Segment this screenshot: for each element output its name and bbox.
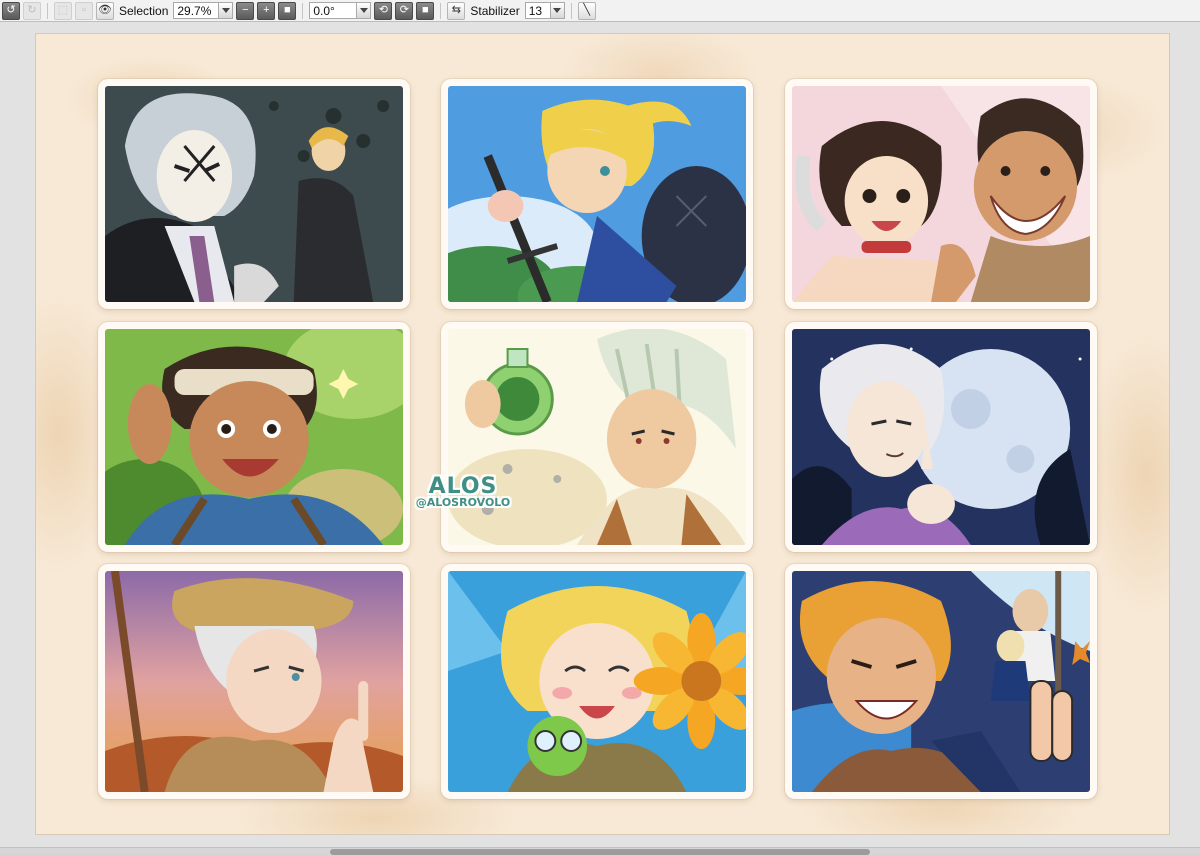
horizontal-scrollbar[interactable] (0, 847, 1200, 855)
character-illustration-4 (105, 329, 403, 545)
artwork-canvas[interactable]: ALOS @ALOSROVOLO (36, 34, 1169, 834)
deselect-icon[interactable]: ⬚ (54, 1, 72, 20)
toolbar-separator (570, 2, 572, 19)
stabilizer-input[interactable]: 13 (524, 2, 551, 19)
redo-icon[interactable]: ↻ (23, 1, 41, 20)
stabilizer-dropdown-icon[interactable] (550, 2, 565, 19)
art-panel-5 (441, 322, 753, 552)
art-panel-8 (441, 564, 753, 799)
zoom-out-icon[interactable]: − (236, 1, 255, 20)
watermark-handle: @ALOSROVOLO (415, 496, 511, 509)
character-illustration-1 (105, 86, 403, 302)
undo-history-icon[interactable]: ↺ (2, 1, 20, 20)
flip-horizontal-icon[interactable]: ⇆ (447, 1, 466, 20)
canvas-viewport[interactable]: ALOS @ALOSROVOLO (0, 22, 1200, 847)
line-tool-icon[interactable]: ╲ (577, 1, 596, 20)
scrollbar-thumb[interactable] (330, 849, 870, 855)
invert-selection-icon[interactable]: ▫ (75, 1, 93, 20)
character-illustration-9 (792, 571, 1090, 792)
rotate-right-icon[interactable]: ⟳ (395, 1, 414, 20)
zoom-dropdown-icon[interactable] (219, 2, 234, 19)
zoom-reset-icon[interactable]: ■ (278, 1, 297, 20)
toolbar-separator (47, 2, 48, 19)
toolbar-separator (440, 2, 442, 19)
art-panel-7 (98, 564, 410, 799)
character-illustration-8 (448, 571, 746, 792)
zoom-input[interactable]: 29.7% (173, 2, 220, 19)
art-panel-9 (785, 564, 1097, 799)
character-illustration-2 (448, 86, 746, 302)
art-panel-2 (441, 79, 753, 309)
art-panel-1 (98, 79, 410, 309)
tool-property-bar: ↺ ↻ ⬚ ▫ 👁 Selection 29.7% − + ■ 0.0° ⟲ ⟳… (0, 0, 1200, 22)
character-illustration-3 (792, 86, 1090, 302)
stabilizer-label: Stabilizer (470, 3, 520, 18)
rotation-dropdown-icon[interactable] (357, 2, 372, 19)
toolbar-separator (302, 2, 304, 19)
character-illustration-7 (105, 571, 403, 792)
character-illustration-6 (792, 329, 1090, 545)
zoom-combo[interactable]: 29.7% (173, 2, 234, 19)
art-panel-6 (785, 322, 1097, 552)
show-selection-eye-icon[interactable]: 👁 (96, 1, 114, 20)
character-illustration-5 (448, 329, 746, 545)
rotate-reset-icon[interactable]: ■ (416, 1, 435, 20)
rotation-input[interactable]: 0.0° (309, 2, 358, 19)
rotate-left-icon[interactable]: ⟲ (374, 1, 393, 20)
artist-watermark: ALOS @ALOSROVOLO (413, 474, 513, 509)
rotation-combo[interactable]: 0.0° (309, 2, 372, 19)
zoom-in-icon[interactable]: + (257, 1, 276, 20)
stabilizer-combo[interactable]: 13 (524, 2, 565, 19)
art-panel-4 (98, 322, 410, 552)
selection-label: Selection (119, 3, 169, 18)
art-panel-3 (785, 79, 1097, 309)
